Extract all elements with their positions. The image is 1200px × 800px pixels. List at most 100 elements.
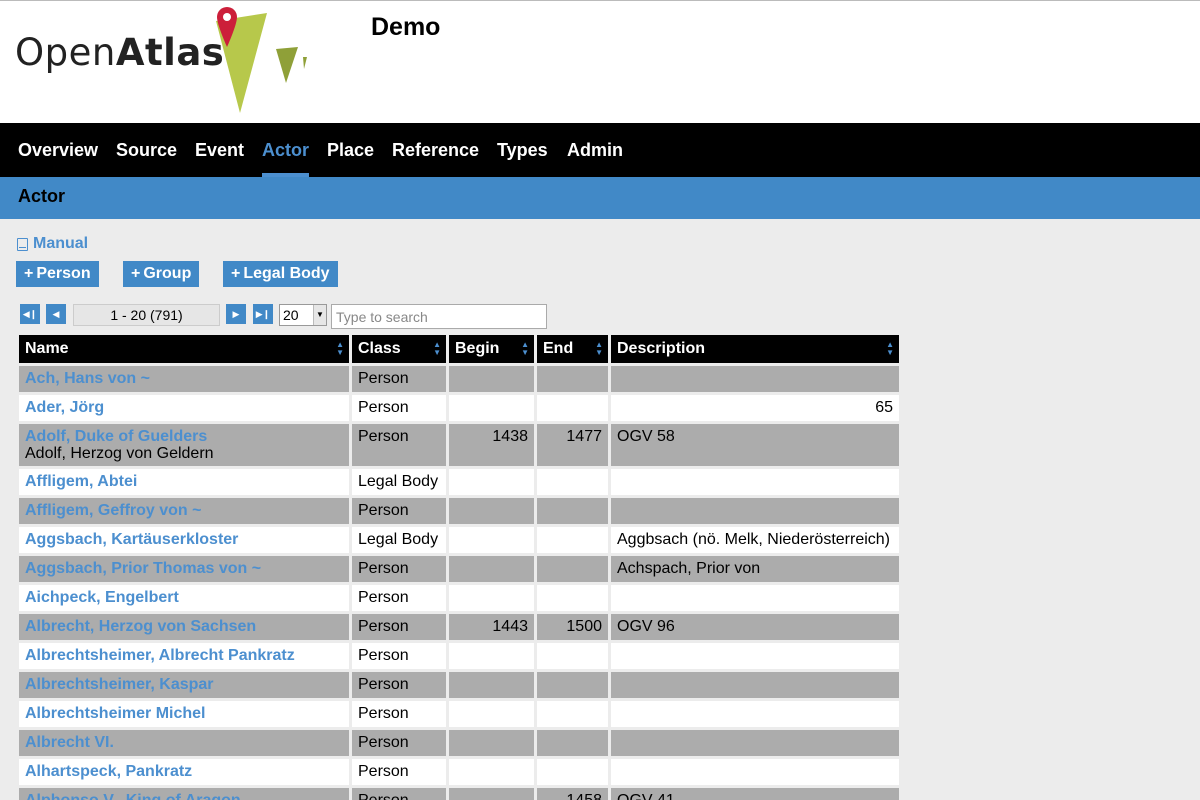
cell-description: 65	[611, 395, 899, 421]
column-header-end[interactable]: End ▲ ▼	[537, 335, 608, 363]
column-label: Name	[25, 340, 69, 357]
cell-end	[537, 395, 608, 421]
column-header-name[interactable]: Name ▲ ▼	[19, 335, 349, 363]
table-row: Aggsbach, Prior Thomas von ~ Person Achspa…	[19, 556, 899, 582]
add-legal-body-button[interactable]: + Legal Body	[223, 261, 338, 287]
header: OpenAtlas Demo	[0, 0, 1200, 123]
sort-icon: ▲ ▼	[336, 340, 344, 357]
cell-begin	[449, 585, 534, 611]
nav-item-admin[interactable]: Admin	[567, 123, 623, 177]
cell-begin	[449, 759, 534, 785]
actor-link[interactable]: Albrechtsheimer, Albrecht Pankratz	[25, 647, 295, 664]
column-header-begin[interactable]: Begin ▲ ▼	[449, 335, 534, 363]
last-page-icon[interactable]: ▶❙	[253, 304, 273, 324]
actor-link[interactable]: Adolf, Duke of Guelders	[25, 428, 207, 445]
cell-begin	[449, 701, 534, 727]
add-group-button[interactable]: + Group	[123, 261, 200, 287]
cell-end	[537, 585, 608, 611]
cell-end	[537, 672, 608, 698]
table-row: Aichpeck, Engelbert Person	[19, 585, 899, 611]
cell-description: Achspach, Prior von	[611, 556, 899, 582]
logo[interactable]: OpenAtlas	[15, 31, 224, 74]
page-size-value: 20	[283, 307, 299, 323]
table-row: Albrechtsheimer, Albrecht Pankratz Person	[19, 643, 899, 669]
actor-link[interactable]: Albrecht VI.	[25, 734, 114, 751]
plus-icon: +	[231, 265, 241, 282]
manual-link[interactable]: Manual	[17, 235, 88, 253]
page-size-select[interactable]: 20 ▼	[279, 304, 327, 326]
cell-description	[611, 672, 899, 698]
table-row: Albrechtsheimer, Kaspar Person	[19, 672, 899, 698]
actor-link[interactable]: Aichpeck, Engelbert	[25, 589, 179, 606]
sort-icon: ▲ ▼	[886, 340, 894, 357]
main-nav: Overview Source Event Actor Place Refere…	[0, 123, 1200, 177]
cell-description: Aggbsach (nö. Melk, Niederösterreich)	[611, 527, 899, 553]
actor-link[interactable]: Albrechtsheimer, Kaspar	[25, 676, 214, 693]
cell-class: Person	[352, 366, 446, 392]
actor-link[interactable]: Aggsbach, Kartäuserkloster	[25, 531, 238, 548]
add-person-button[interactable]: + Person	[16, 261, 99, 287]
cell-end: 1500	[537, 614, 608, 640]
table-row: Aggsbach, Kartäuserkloster Legal Body Aggb…	[19, 527, 899, 553]
cell-name: Affligem, Abtei	[19, 469, 349, 495]
actor-alias: Adolf, Herzog von Geldern	[25, 445, 214, 462]
cell-description	[611, 643, 899, 669]
actor-link[interactable]: Ach, Hans von ~	[25, 370, 150, 387]
plus-icon: +	[24, 265, 34, 282]
nav-item-reference[interactable]: Reference	[392, 123, 479, 177]
actor-link[interactable]: Albrecht, Herzog von Sachsen	[25, 618, 256, 635]
table-row: Ader, Jörg Person 65	[19, 395, 899, 421]
actor-link[interactable]: Affligem, Geffroy von ~	[25, 502, 201, 519]
logo-text-open: Open	[15, 31, 116, 74]
search-input[interactable]	[331, 304, 547, 329]
actor-link[interactable]: Alphonso V., King of Aragon	[25, 792, 241, 800]
nav-item-types[interactable]: Types	[497, 123, 548, 177]
nav-item-actor[interactable]: Actor	[262, 123, 310, 177]
page-title-bar: Actor	[0, 177, 1200, 219]
actor-link[interactable]: Aggsbach, Prior Thomas von ~	[25, 560, 261, 577]
column-header-class[interactable]: Class ▲ ▼	[352, 335, 446, 363]
cell-end	[537, 498, 608, 524]
actor-link[interactable]: Albrechtsheimer Michel	[25, 705, 206, 722]
nav-item-event[interactable]: Event	[195, 123, 244, 177]
table-header-row: Name ▲ ▼ Class ▲ ▼ Begin ▲ ▼ End ▲ ▼ Description…	[19, 335, 899, 363]
cell-description	[611, 469, 899, 495]
cell-begin	[449, 469, 534, 495]
cell-begin: 1443	[449, 614, 534, 640]
column-label: Begin	[455, 340, 500, 357]
cell-end	[537, 759, 608, 785]
column-header-description[interactable]: Description ▲ ▼	[611, 335, 899, 363]
nav-item-source[interactable]: Source	[116, 123, 177, 177]
table-row: Affligem, Geffroy von ~ Person	[19, 498, 899, 524]
cell-name: Albrecht VI.	[19, 730, 349, 756]
cell-name: Aggsbach, Kartäuserkloster	[19, 527, 349, 553]
next-page-icon[interactable]: ▶	[226, 304, 246, 324]
cell-end	[537, 730, 608, 756]
cell-class: Person	[352, 614, 446, 640]
app-title: Demo	[371, 13, 441, 41]
first-page-icon[interactable]: ◀❙	[20, 304, 40, 324]
table-row: Alhartspeck, Pankratz Person	[19, 759, 899, 785]
sort-icon: ▲ ▼	[433, 340, 441, 357]
prev-page-icon[interactable]: ◀	[46, 304, 66, 324]
cell-end: 1477	[537, 424, 608, 466]
nav-item-overview[interactable]: Overview	[18, 123, 98, 177]
cell-begin	[449, 395, 534, 421]
nav-item-place[interactable]: Place	[327, 123, 374, 177]
actor-link[interactable]: Ader, Jörg	[25, 399, 104, 416]
column-label: Class	[358, 340, 401, 357]
table-row: Alphonso V., King of Aragon Person 1458OGV…	[19, 788, 899, 800]
manual-label: Manual	[33, 235, 89, 252]
cell-end	[537, 527, 608, 553]
cell-class: Person	[352, 672, 446, 698]
cell-name: Albrecht, Herzog von Sachsen	[19, 614, 349, 640]
logo-graphic	[216, 7, 307, 113]
cell-end	[537, 701, 608, 727]
actor-link[interactable]: Affligem, Abtei	[25, 473, 137, 490]
cell-name: Albrechtsheimer, Albrecht Pankratz	[19, 643, 349, 669]
actor-link[interactable]: Alhartspeck, Pankratz	[25, 763, 192, 780]
cell-end: 1458	[537, 788, 608, 800]
table-row: Ach, Hans von ~ Person	[19, 366, 899, 392]
cell-description	[611, 585, 899, 611]
cell-begin	[449, 366, 534, 392]
